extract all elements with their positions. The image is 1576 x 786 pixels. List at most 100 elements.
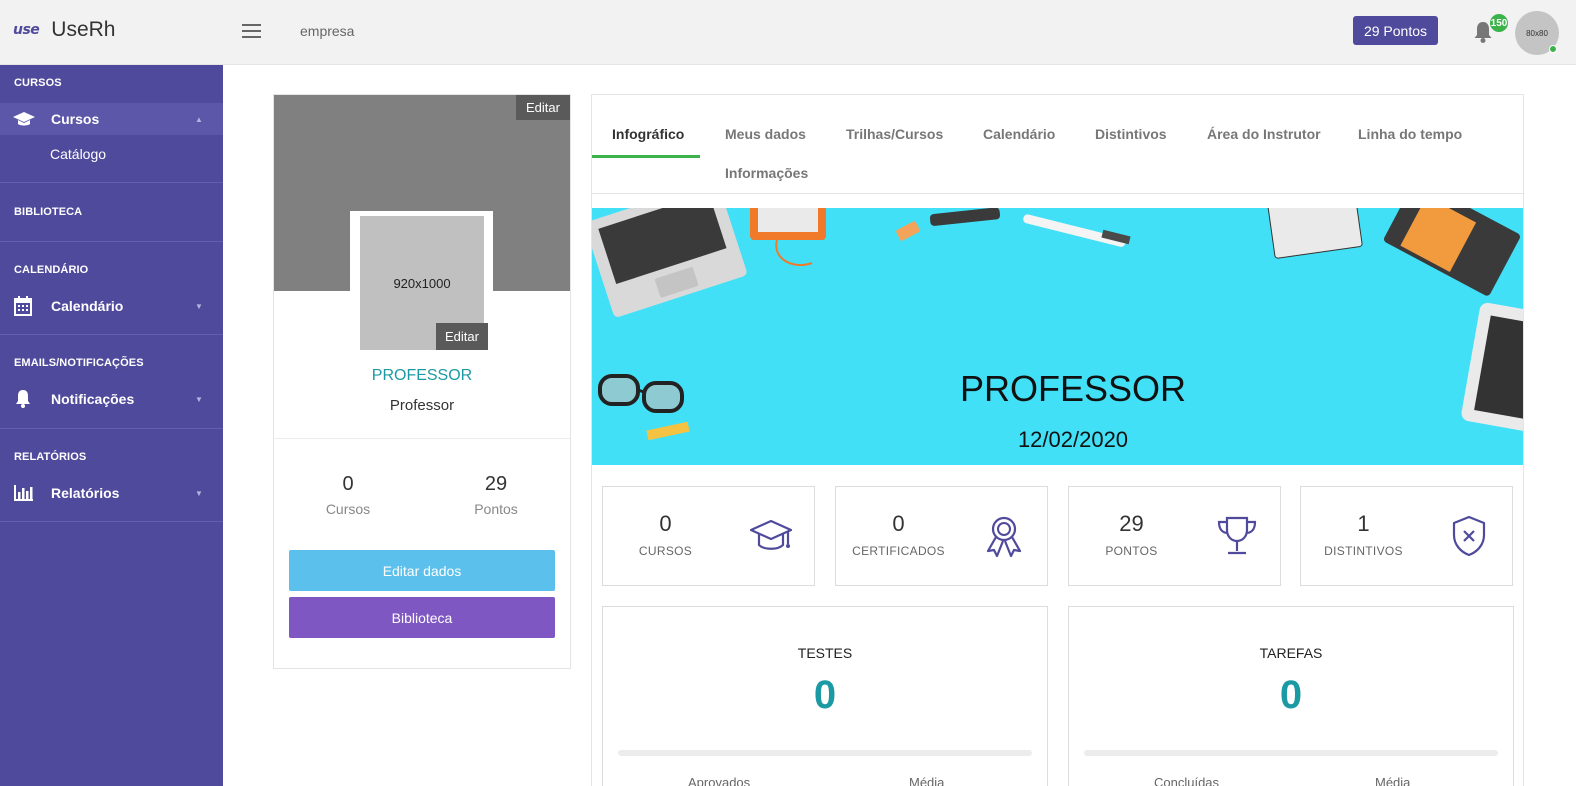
tests-panel: TESTES 0 Aprovados Média — [602, 606, 1048, 786]
tab-meus-dados[interactable]: Meus dados — [725, 126, 806, 142]
kpi-label: CERTIFICADOS — [852, 544, 945, 558]
tab-infografico[interactable]: Infográfico — [612, 126, 684, 142]
sidebar: CURSOS Cursos ▲ Catálogo BIBLIOTECA CALE… — [0, 65, 223, 786]
sidebar-heading-cursos: CURSOS — [14, 77, 62, 89]
app-logo[interactable]: use UseRh — [13, 18, 116, 42]
stat-label: Pontos — [474, 501, 518, 517]
award-ribbon-icon — [986, 516, 1022, 558]
stat-label: Cursos — [325, 501, 371, 517]
kpi-card-cursos: 0 CURSOS — [602, 486, 815, 586]
graduation-cap-icon — [13, 112, 35, 126]
sidebar-heading-notificacoes: EMAILS/NOTIFICAÇÕES — [14, 357, 144, 369]
notebook-illustration — [1265, 208, 1363, 259]
kpi-card-distintivos: 1 DISTINTIVOS — [1300, 486, 1513, 586]
chevron-down-icon: ▼ — [195, 394, 203, 404]
infographic-banner: PROFESSOR 12/02/2020 — [592, 208, 1523, 465]
kpi-value: 0 — [659, 511, 672, 536]
bar-chart-icon — [14, 485, 33, 501]
sidebar-divider — [0, 521, 223, 522]
stat-value: 29 — [484, 473, 508, 495]
sidebar-heading-calendario: CALENDÁRIO — [14, 264, 89, 276]
active-tab-indicator — [592, 155, 700, 158]
progress-bar — [618, 750, 1032, 756]
sidebar-item-relatorios[interactable]: Relatórios ▼ — [0, 477, 223, 509]
sidebar-divider — [0, 428, 223, 429]
notification-count-badge: 150 — [1490, 14, 1508, 32]
tab-linha-do-tempo[interactable]: Linha do tempo — [1358, 126, 1462, 142]
profile-card: Editar 920x1000 Editar PROFESSOR Profess… — [273, 94, 571, 669]
banner-date: 12/02/2020 — [1017, 427, 1129, 452]
kpi-card-pontos: 29 PONTOS — [1068, 486, 1281, 586]
sidebar-heading-biblioteca[interactable]: BIBLIOTECA — [14, 206, 82, 218]
chevron-up-icon: ▲ — [195, 114, 203, 124]
shield-icon — [1452, 515, 1486, 557]
tab-trilhas-cursos[interactable]: Trilhas/Cursos — [846, 126, 943, 142]
laptop-illustration — [592, 208, 747, 317]
sidebar-item-cursos[interactable]: Cursos ▲ — [0, 103, 223, 135]
banner-title: PROFESSOR — [959, 368, 1187, 409]
chevron-down-icon: ▼ — [195, 301, 203, 311]
marker-illustration — [896, 208, 1001, 241]
app-name: UseRh — [51, 18, 116, 41]
sidebar-item-calendario[interactable]: Calendário ▼ — [0, 290, 223, 322]
company-name: empresa — [300, 23, 355, 39]
edit-data-button[interactable]: Editar dados — [289, 550, 555, 591]
panel-value: 0 — [813, 673, 837, 717]
points-button[interactable]: 29 Pontos — [1353, 16, 1438, 45]
bell-icon — [16, 390, 30, 408]
panel-sub-label: Aprovados — [688, 775, 751, 786]
edit-cover-button[interactable]: Editar — [516, 95, 570, 120]
tasks-panel: TAREFAS 0 Concluídas Média — [1068, 606, 1514, 786]
sidebar-item-label: Relatórios — [51, 485, 120, 501]
kpi-value: 0 — [892, 511, 905, 536]
kpi-value: 1 — [1357, 511, 1370, 536]
stat-pontos: 29 Pontos — [436, 473, 556, 517]
online-status-dot — [1549, 45, 1557, 53]
top-bar: use UseRh empresa 29 Pontos 150 80x80 — [0, 0, 1576, 65]
panel-sub-label: Média — [909, 775, 945, 786]
panel-value: 0 — [1279, 673, 1303, 717]
library-button[interactable]: Biblioteca — [289, 597, 555, 638]
panel-title: TAREFAS — [1259, 645, 1323, 661]
tab-area-instrutor[interactable]: Área do Instrutor — [1207, 126, 1321, 142]
stat-cursos: 0 Cursos — [288, 473, 408, 517]
card-divider — [274, 438, 570, 439]
menu-toggle-icon[interactable] — [242, 24, 261, 40]
graduation-cap-icon — [749, 519, 793, 550]
sidebar-subitem-catalogo[interactable]: Catálogo — [50, 146, 106, 162]
kpi-label: PONTOS — [1105, 544, 1158, 558]
sidebar-item-label: Cursos — [51, 111, 100, 127]
tab-calendario[interactable]: Calendário — [983, 126, 1055, 142]
kpi-label: CURSOS — [638, 544, 693, 558]
stat-value: 0 — [342, 473, 354, 495]
orange-device-illustration — [750, 208, 826, 266]
planner-illustration — [1384, 208, 1520, 296]
profile-role: Professor — [389, 397, 455, 414]
kpi-card-certificados: 0 CERTIFICADOS — [835, 486, 1048, 586]
sidebar-item-notificacoes[interactable]: Notificações ▼ — [0, 383, 223, 415]
tab-distintivos[interactable]: Distintivos — [1095, 126, 1167, 142]
sidebar-heading-relatorios: RELATÓRIOS — [14, 451, 87, 463]
pen-illustration — [1023, 214, 1131, 247]
profile-name: PROFESSOR — [371, 367, 473, 384]
kpi-label: DISTINTIVOS — [1324, 544, 1403, 558]
logo-mark: use — [13, 22, 40, 38]
sidebar-divider — [0, 334, 223, 335]
chevron-down-icon: ▼ — [195, 488, 203, 498]
profile-photo-frame: 920x1000 Editar — [350, 211, 493, 351]
edit-photo-button[interactable]: Editar — [436, 323, 488, 350]
trophy-icon — [1217, 516, 1257, 555]
panel-sub-label: Concluídas — [1154, 775, 1220, 786]
sidebar-item-label: Notificações — [51, 391, 135, 407]
sidebar-divider — [0, 182, 223, 183]
calendar-icon — [14, 296, 32, 316]
tab-informacoes[interactable]: Informações — [725, 165, 808, 181]
progress-bar — [1084, 750, 1498, 756]
panel-sub-label: Média — [1375, 775, 1411, 786]
panel-title: TESTES — [797, 645, 853, 661]
sidebar-divider — [0, 241, 223, 242]
profile-tabs: Infográfico Meus dados Trilhas/Cursos Ca… — [592, 95, 1523, 194]
kpi-value: 29 — [1119, 511, 1144, 536]
sidebar-item-label: Calendário — [51, 298, 124, 314]
main-panel: Infográfico Meus dados Trilhas/Cursos Ca… — [591, 94, 1524, 786]
